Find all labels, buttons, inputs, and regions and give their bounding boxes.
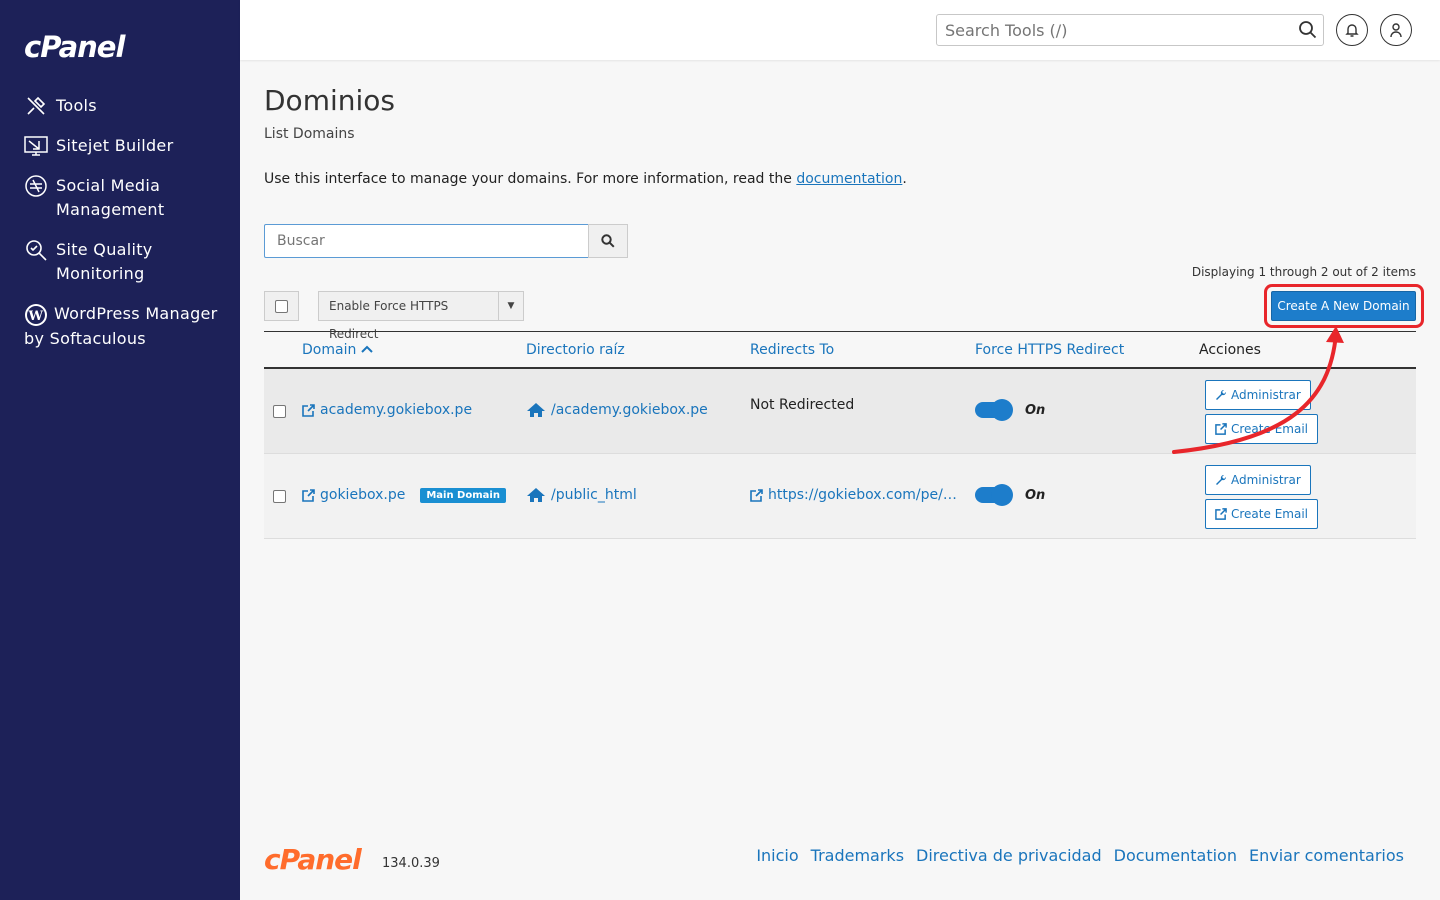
domain-name: academy.gokiebox.pe [320, 402, 473, 418]
sidebar-item-label: WordPress Manager by Softaculous [24, 304, 218, 348]
home-icon [527, 403, 545, 417]
wrench-icon [1216, 474, 1227, 485]
redirect-url: https://gokiebox.com/pe/… [768, 487, 957, 503]
bell-icon [1345, 24, 1359, 37]
col-redirects[interactable]: Redirects To [750, 342, 834, 358]
https-toggle[interactable]: On [975, 399, 1046, 421]
row-checkbox[interactable] [273, 490, 286, 503]
search-icon [601, 234, 615, 248]
intro-end: . [902, 171, 907, 187]
user-menu-button[interactable] [1380, 14, 1412, 46]
external-link-icon [302, 488, 315, 502]
caret-down-icon[interactable]: ▼ [499, 301, 523, 311]
home-icon [527, 488, 545, 502]
create-email-button[interactable]: Create Email [1205, 414, 1318, 444]
domain-search-input[interactable] [264, 224, 589, 258]
page-subtitle: List Domains [264, 126, 355, 142]
site-quality-icon [26, 240, 47, 261]
sort-up-icon [361, 345, 373, 353]
intro-text: Use this interface to manage your domain… [264, 171, 907, 187]
sidebar-item-label: Site Quality Monitoring [56, 240, 153, 283]
sidebar-item-label: Social Media Management [56, 176, 165, 219]
version-text: 134.0.39 [382, 856, 440, 871]
root-link[interactable]: /academy.gokiebox.pe [526, 402, 708, 418]
main-domain-badge: Main Domain [420, 487, 506, 503]
domain-search-button[interactable] [588, 224, 628, 258]
table-header: Domain Directorio raíz Redirects To Forc… [264, 331, 1416, 369]
footer-link-feedback[interactable]: Enviar comentarios [1249, 846, 1404, 865]
col-force-https[interactable]: Force HTTPS Redirect [975, 342, 1124, 358]
sidebar-item-label: Tools [56, 96, 97, 115]
toggle-switch[interactable] [975, 399, 1013, 421]
user-icon [1390, 23, 1402, 38]
bulk-action-button[interactable]: Enable Force HTTPS Redirect ▼ [318, 291, 524, 341]
bulk-action-label: Enable Force HTTPS Redirect [319, 292, 499, 341]
notifications-button[interactable] [1336, 14, 1368, 46]
sidebar-item-social-media[interactable]: Social Media Management [24, 174, 224, 222]
tools-icon [27, 96, 46, 115]
redirect-link[interactable]: https://gokiebox.com/pe/… [750, 487, 957, 503]
col-domain[interactable]: Domain [302, 342, 373, 358]
documentation-link[interactable]: documentation [796, 171, 902, 187]
table-row: gokiebox.pe Main Domain /public_html htt… [264, 454, 1416, 539]
svg-text:W: W [28, 309, 44, 324]
domain-link[interactable]: academy.gokiebox.pe [302, 402, 472, 418]
intro-body: Use this interface to manage your domain… [264, 171, 797, 187]
external-link-icon [1215, 423, 1227, 435]
sidebar: cPanel Tools Sitejet Builder Social Medi… [0, 0, 240, 900]
pagination-info: Displaying 1 through 2 out of 2 items [1191, 265, 1416, 279]
administrar-button[interactable]: Administrar [1205, 380, 1311, 410]
external-link-icon [302, 403, 315, 417]
sidebar-item-site-quality[interactable]: Site Quality Monitoring [24, 238, 224, 286]
cpanel-logo[interactable]: cPanel [24, 30, 125, 64]
table-row: academy.gokiebox.pe /academy.gokiebox.pe… [264, 369, 1416, 454]
sidebar-item-label: Sitejet Builder [56, 136, 174, 155]
row-checkbox[interactable] [273, 405, 286, 418]
root-path: /public_html [551, 487, 637, 503]
sidebar-item-sitejet[interactable]: Sitejet Builder [24, 134, 224, 158]
sidebar-item-tools[interactable]: Tools [24, 94, 224, 118]
external-link-icon [750, 488, 763, 502]
https-toggle[interactable]: On [975, 484, 1046, 506]
col-domain-label: Domain [302, 342, 357, 358]
button-label: Create Email [1231, 422, 1308, 436]
button-label: Administrar [1231, 388, 1301, 402]
domain-link[interactable]: gokiebox.pe Main Domain [302, 487, 506, 503]
toggle-switch[interactable] [975, 484, 1013, 506]
select-all-checkbox[interactable] [264, 291, 299, 321]
search-tools-input[interactable] [936, 14, 1324, 46]
sidebar-item-wordpress[interactable]: W WordPress Manager by Softaculous [24, 302, 224, 351]
root-link[interactable]: /public_html [526, 487, 637, 503]
wordpress-icon: W [25, 303, 47, 326]
checkbox-box [275, 299, 288, 313]
footer-link-privacy[interactable]: Directiva de privacidad [916, 846, 1102, 865]
col-root[interactable]: Directorio raíz [526, 342, 625, 358]
search-icon[interactable] [1298, 20, 1318, 40]
highlight-box [1264, 284, 1424, 328]
button-label: Administrar [1231, 473, 1301, 487]
footer-link-trademarks[interactable]: Trademarks [811, 846, 904, 865]
create-email-button[interactable]: Create Email [1205, 499, 1318, 529]
sitejet-icon [24, 136, 48, 156]
footer-cpanel-logo[interactable]: cPanel [264, 843, 362, 876]
toggle-label: On [1025, 487, 1046, 503]
external-link-icon [1215, 508, 1227, 520]
page-title: Dominios [264, 84, 395, 117]
footer-link-inicio[interactable]: Inicio [756, 846, 798, 865]
button-label: Create Email [1231, 507, 1308, 521]
col-actions: Acciones [1199, 342, 1261, 358]
sidebar-nav: Tools Sitejet Builder Social Media Manag… [24, 94, 224, 367]
administrar-button[interactable]: Administrar [1205, 465, 1311, 495]
redirect-text: Not Redirected [750, 397, 855, 413]
root-path: /academy.gokiebox.pe [551, 402, 708, 418]
footer-links: Inicio Trademarks Directiva de privacida… [744, 846, 1404, 865]
domain-name: gokiebox.pe [320, 487, 406, 503]
top-header [240, 0, 1440, 60]
domains-table: Domain Directorio raíz Redirects To Forc… [264, 331, 1416, 539]
wrench-icon [1216, 389, 1227, 400]
footer-link-documentation[interactable]: Documentation [1114, 846, 1237, 865]
toggle-label: On [1025, 402, 1046, 418]
social-media-icon [25, 175, 47, 197]
